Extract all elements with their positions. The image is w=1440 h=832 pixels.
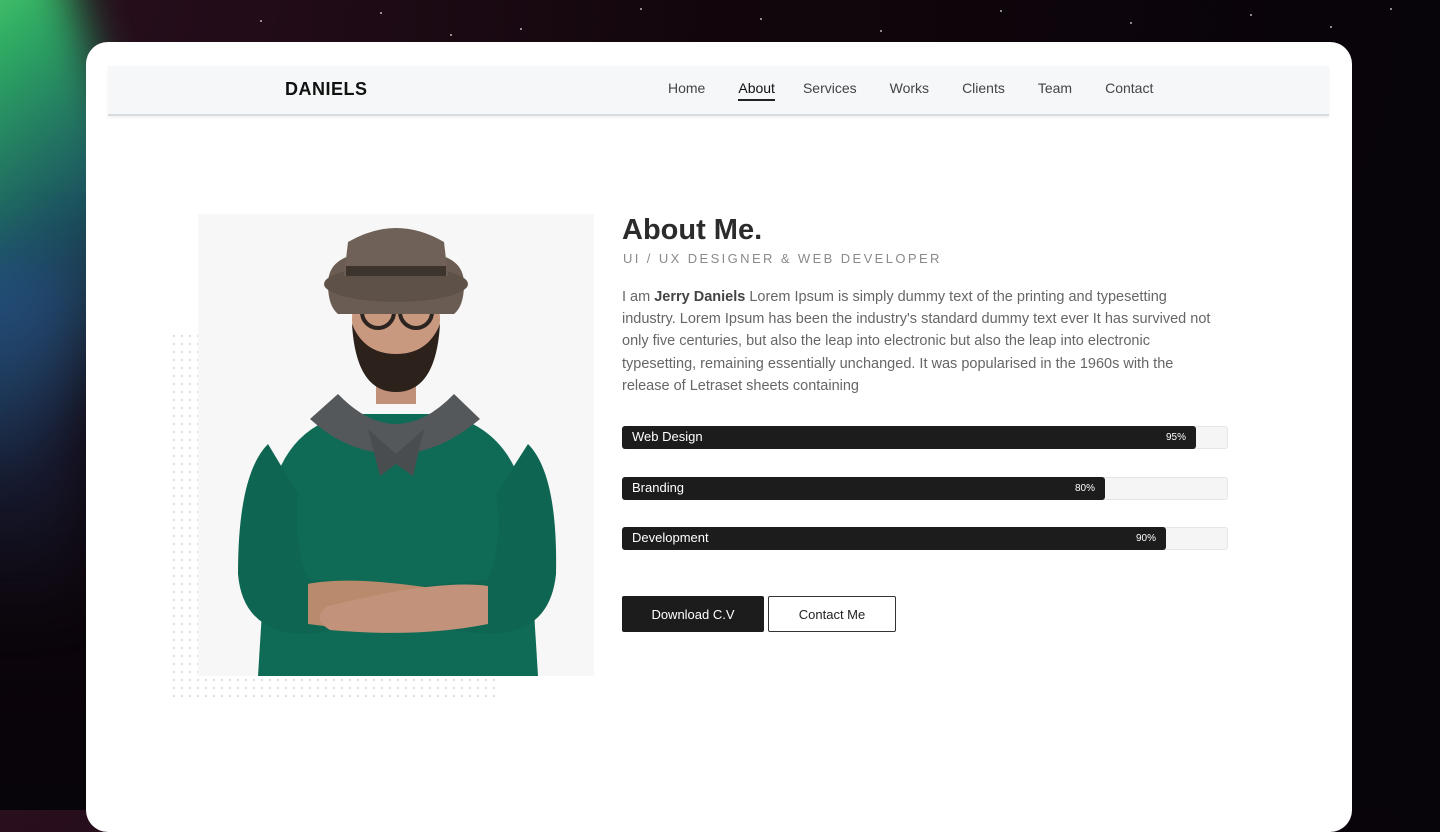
skill-name: Development xyxy=(632,530,709,545)
contact-me-button[interactable]: Contact Me xyxy=(768,596,896,632)
about-bio: I am Jerry Daniels Lorem Ipsum is simply… xyxy=(622,286,1222,397)
about-subtitle: UI / UX DESIGNER & WEB DEVELOPER xyxy=(623,251,942,266)
skill-name: Branding xyxy=(632,480,685,495)
bio-prefix: I am xyxy=(622,289,655,305)
skill-fill xyxy=(622,477,1105,500)
skill-percent: 90% xyxy=(1136,533,1157,544)
nav-item-works[interactable]: Works xyxy=(890,66,929,114)
nav-item-team[interactable]: Team xyxy=(1038,66,1072,114)
person-illustration xyxy=(238,228,557,676)
skill-bar-branding: Branding 80% xyxy=(622,477,1228,500)
nav-item-services[interactable]: Services xyxy=(803,66,857,114)
skill-name: Web Design xyxy=(632,429,703,444)
page-card: DANIELS Home About Services Works Client… xyxy=(86,42,1352,832)
bio-name: Jerry Daniels xyxy=(654,289,746,305)
navbar: DANIELS Home About Services Works Client… xyxy=(108,66,1329,116)
background-glow-secondary xyxy=(0,260,80,620)
skill-bar-development: Development 90% xyxy=(622,527,1228,550)
nav-item-about[interactable]: About xyxy=(738,66,775,114)
nav-item-contact[interactable]: Contact xyxy=(1105,66,1153,114)
nav-item-home[interactable]: Home xyxy=(668,66,705,114)
nav-item-clients[interactable]: Clients xyxy=(962,66,1005,114)
nav-menu: Home About Services Works Clients Team C… xyxy=(668,66,1153,114)
skill-percent: 80% xyxy=(1075,483,1096,494)
skill-bar-web-design: Web Design 95% xyxy=(622,426,1228,449)
download-cv-button[interactable]: Download C.V xyxy=(622,596,764,632)
skill-fill xyxy=(622,426,1196,449)
profile-photo xyxy=(198,214,594,676)
skill-percent: 95% xyxy=(1166,432,1187,443)
brand-logo[interactable]: DANIELS xyxy=(285,79,368,100)
about-title: About Me. xyxy=(622,214,763,246)
